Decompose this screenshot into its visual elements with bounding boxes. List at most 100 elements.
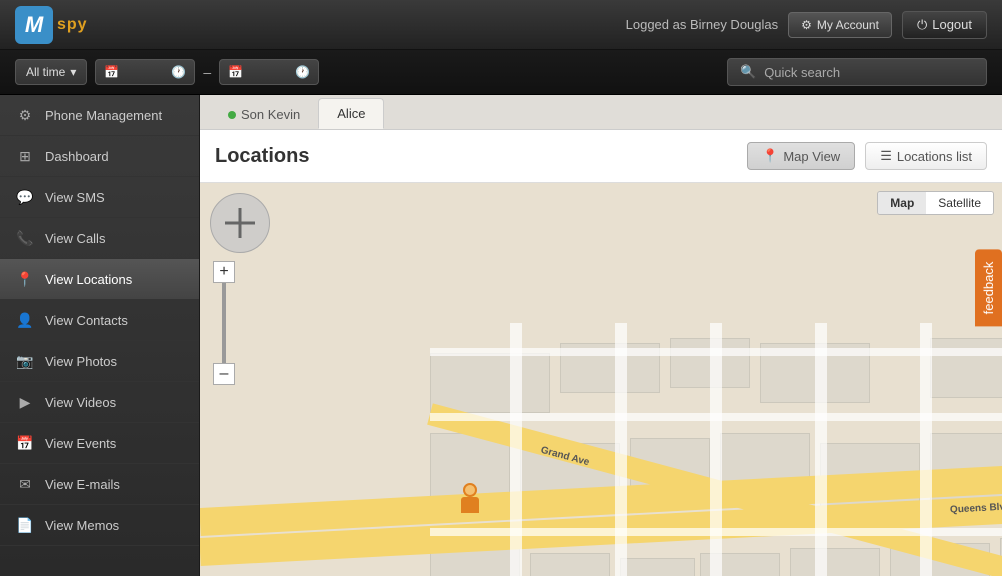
sidebar-label-view-emails: View E-mails: [45, 477, 120, 492]
road-h-4: [430, 348, 1002, 356]
logout-button[interactable]: ⏻ Logout: [902, 11, 987, 39]
gear-icon: ⚙: [801, 18, 812, 32]
header: M spy Logged as Birney Douglas ⚙ My Acco…: [0, 0, 1002, 50]
sidebar-item-view-locations[interactable]: 📍 View Locations: [0, 259, 199, 300]
sidebar-item-view-videos[interactable]: ▶ View Videos: [0, 382, 199, 423]
map-background: Grand Ave Queens Blvd Queens Blvd 53rd A…: [200, 183, 1002, 576]
sidebar-item-view-photos[interactable]: 📷 View Photos: [0, 341, 199, 382]
my-account-button[interactable]: ⚙ My Account: [788, 12, 892, 38]
clock-icon-2: 🕐: [295, 65, 310, 79]
sidebar-label-phone-management: Phone Management: [45, 108, 162, 123]
sidebar-label-view-videos: View Videos: [45, 395, 116, 410]
date-separator: –: [203, 64, 211, 80]
tab-alice[interactable]: Alice: [318, 98, 384, 129]
sidebar-item-view-contacts[interactable]: 👤 View Contacts: [0, 300, 199, 341]
logo-area: M spy: [15, 6, 88, 44]
map-block: [620, 558, 695, 576]
map-block: [430, 353, 550, 413]
tab-son-kevin[interactable]: Son Kevin: [210, 100, 318, 129]
tab-son-kevin-label: Son Kevin: [241, 107, 300, 122]
sidebar-label-view-contacts: View Contacts: [45, 313, 128, 328]
map-view-pin-icon: 📍: [762, 148, 778, 164]
sidebar-item-view-emails[interactable]: ✉ View E-mails: [0, 464, 199, 505]
map-view-button[interactable]: 📍 Map View: [747, 142, 855, 170]
sidebar-item-dashboard[interactable]: ⊞ Dashboard: [0, 136, 199, 177]
sms-icon: 💬: [15, 187, 35, 207]
contacts-icon: 👤: [15, 310, 35, 330]
map-zoom-control: + –: [213, 261, 235, 385]
sidebar-item-view-calls[interactable]: 📞 View Calls: [0, 218, 199, 259]
search-placeholder: Quick search: [764, 65, 840, 80]
sidebar-item-view-events[interactable]: 📅 View Events: [0, 423, 199, 464]
sidebar-label-view-calls: View Calls: [45, 231, 105, 246]
calendar-icon-2: 📅: [228, 65, 243, 79]
search-icon: 🔍: [740, 64, 756, 80]
sidebar: ⚙ Phone Management ⊞ Dashboard 💬 View SM…: [0, 95, 200, 576]
phone-icon: 📞: [15, 228, 35, 248]
nav-cross-vertical: [239, 208, 242, 238]
road-v-5: [920, 323, 932, 576]
locations-list-label: Locations list: [897, 149, 972, 164]
camera-icon: 📷: [15, 351, 35, 371]
road-v-3: [710, 323, 722, 576]
locations-list-button[interactable]: ☰ Locations list: [865, 142, 987, 170]
logged-as-text: Logged as Birney Douglas: [626, 17, 779, 32]
nav-circle[interactable]: [210, 193, 270, 253]
sidebar-label-view-sms: View SMS: [45, 190, 105, 205]
sidebar-label-view-memos: View Memos: [45, 518, 119, 533]
map-container[interactable]: Grand Ave Queens Blvd Queens Blvd 53rd A…: [200, 183, 1002, 576]
zoom-in-button[interactable]: +: [213, 261, 235, 283]
map-type-map-button[interactable]: Map: [878, 192, 926, 214]
logout-label: Logout: [932, 17, 972, 32]
chevron-down-icon: ▾: [70, 65, 76, 79]
gear-icon: ⚙: [15, 105, 35, 125]
tab-dot-icon: [228, 111, 236, 119]
email-icon: ✉: [15, 474, 35, 494]
road-v-1: [510, 323, 522, 576]
map-type-satellite-button[interactable]: Satellite: [926, 192, 993, 214]
location-icon: 📍: [15, 269, 35, 289]
device-tabs: Son Kevin Alice: [200, 95, 1002, 130]
sidebar-label-view-locations: View Locations: [45, 272, 132, 287]
logo-spy-text: spy: [57, 16, 88, 34]
sidebar-label-view-photos: View Photos: [45, 354, 117, 369]
quick-search-box[interactable]: 🔍 Quick search: [727, 58, 987, 86]
video-icon: ▶: [15, 392, 35, 412]
header-right: Logged as Birney Douglas ⚙ My Account ⏻ …: [626, 11, 987, 39]
zoom-out-button[interactable]: –: [213, 363, 235, 385]
map-block: [930, 338, 1002, 398]
map-view-label: Map View: [783, 149, 840, 164]
list-icon: ☰: [880, 148, 892, 164]
feedback-tab[interactable]: feedback: [975, 250, 1002, 327]
road-v-4: [815, 323, 827, 576]
map-block: [530, 553, 610, 576]
zoom-slider[interactable]: [222, 283, 226, 363]
my-account-label: My Account: [817, 18, 879, 32]
locations-title: Locations: [215, 145, 737, 168]
sidebar-item-view-sms[interactable]: 💬 View SMS: [0, 177, 199, 218]
logo-m-icon: M: [15, 6, 53, 44]
grid-icon: ⊞: [15, 146, 35, 166]
content-area: Son Kevin Alice Locations 📍 Map View ☰ L…: [200, 95, 1002, 576]
sidebar-item-phone-management[interactable]: ⚙ Phone Management: [0, 95, 199, 136]
toolbar: All time ▾ 📅 🕐 – 📅 🕐 🔍 Quick search: [0, 50, 1002, 95]
road-h-1: [430, 413, 1002, 421]
locations-header: Locations 📍 Map View ☰ Locations list: [200, 130, 1002, 183]
power-icon: ⏻: [917, 17, 927, 33]
person-head: [463, 483, 477, 497]
date-to-input[interactable]: 📅 🕐: [219, 59, 319, 85]
road-v-2: [615, 323, 627, 576]
date-from-input[interactable]: 📅 🕐: [95, 59, 195, 85]
calendar-icon: 📅: [104, 65, 119, 79]
map-type-controls: Map Satellite: [877, 191, 994, 215]
map-person-icon: [458, 483, 482, 519]
road-h-2: [430, 528, 1002, 536]
time-range-select[interactable]: All time ▾: [15, 59, 87, 85]
map-block: [790, 548, 880, 576]
person-body: [461, 497, 479, 513]
sidebar-item-view-memos[interactable]: 📄 View Memos: [0, 505, 199, 546]
time-range-label: All time: [26, 65, 65, 79]
tab-alice-label: Alice: [337, 106, 365, 121]
map-nav-control[interactable]: [210, 193, 270, 253]
sidebar-label-dashboard: Dashboard: [45, 149, 109, 164]
